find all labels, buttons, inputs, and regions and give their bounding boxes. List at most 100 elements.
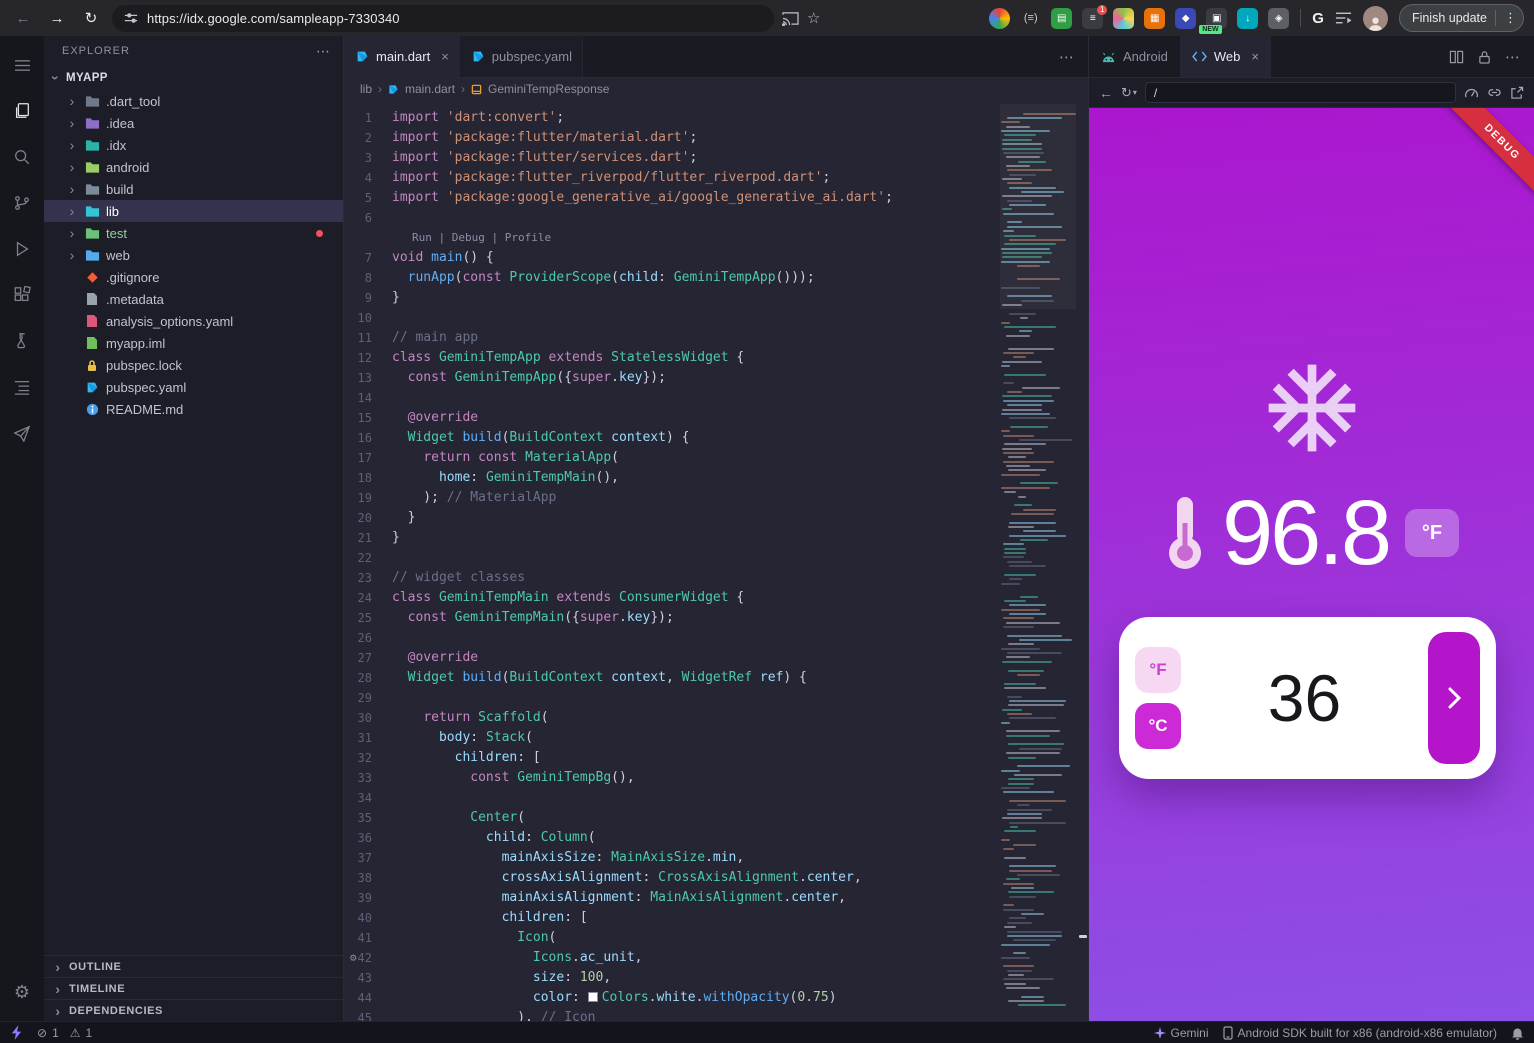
project-root-myapp[interactable]: › MYAPP: [44, 66, 343, 90]
tree-item--dart-tool[interactable]: › .dart_tool: [44, 90, 343, 112]
tree-item--idx[interactable]: › .idx: [44, 134, 343, 156]
copy-link-icon[interactable]: [1487, 86, 1502, 99]
explorer-icon[interactable]: [0, 88, 44, 134]
tree-item-label: .dart_tool: [106, 93, 161, 109]
tree-item-label: test: [106, 225, 127, 241]
tree-item--gitignore[interactable]: .gitignore: [44, 266, 343, 288]
code-text: }: [392, 290, 400, 305]
extension-navy[interactable]: ◆: [1175, 7, 1197, 29]
code-action-icon[interactable]: ⚙: [350, 948, 357, 968]
tree-item-myapp-iml[interactable]: myapp.iml: [44, 332, 343, 354]
browser-back-icon[interactable]: ←: [10, 5, 36, 31]
breadcrumb-lib[interactable]: lib: [360, 82, 372, 96]
problems-indicator[interactable]: ⊘ 1 ⚠ 1: [37, 1026, 92, 1040]
preview-url-input[interactable]: /: [1144, 82, 1456, 103]
extension-multicolor-2[interactable]: [1113, 7, 1135, 29]
breadcrumb-main-dart[interactable]: main.dart: [405, 82, 455, 96]
search-icon[interactable]: [0, 134, 44, 180]
code-line: 41 Icon(: [344, 928, 1088, 948]
fahrenheit-toggle[interactable]: °F: [1135, 647, 1181, 693]
google-icon[interactable]: G: [1312, 10, 1324, 27]
panel-more-icon[interactable]: ⋯: [1505, 48, 1520, 66]
line-number: 20: [357, 511, 372, 525]
tree-item-test[interactable]: › test: [44, 222, 343, 244]
extension-multicolor[interactable]: [989, 7, 1011, 29]
browser-forward-icon[interactable]: →: [44, 5, 70, 31]
chevron-right-icon: ›: [55, 980, 61, 997]
explorer-more-icon[interactable]: ⋯: [316, 43, 331, 60]
extension-teal-arrow[interactable]: ↓: [1237, 7, 1259, 29]
notifications-bell-icon[interactable]: [1511, 1026, 1524, 1040]
tree-item-readme-md[interactable]: README.md: [44, 398, 343, 420]
close-icon[interactable]: ×: [441, 49, 449, 64]
code-line: 38 crossAxisAlignment: CrossAxisAlignmen…: [344, 868, 1088, 888]
site-settings-icon[interactable]: [124, 11, 138, 25]
tab-android-preview[interactable]: Android: [1089, 36, 1180, 77]
tab-pubspec-yaml[interactable]: pubspec.yaml: [459, 36, 584, 77]
editor-scrollbar[interactable]: [1077, 100, 1088, 1021]
device-selector[interactable]: Android SDK built for x86 (android-x86 e…: [1222, 1026, 1497, 1040]
code-editor[interactable]: 1 import 'dart:convert'; 2 import 'package:…: [344, 100, 1088, 1021]
convert-button[interactable]: [1428, 632, 1480, 764]
tab-web-preview[interactable]: Web ×: [1179, 36, 1271, 77]
tree-item-lib[interactable]: › lib: [44, 200, 343, 222]
browser-reload-icon[interactable]: ↻: [78, 5, 104, 31]
status-bar: ⊘ 1 ⚠ 1 Gemini Android SDK built for x86…: [0, 1021, 1534, 1043]
close-icon[interactable]: ×: [1251, 49, 1259, 64]
deploy-send-icon[interactable]: [0, 410, 44, 456]
code-lens[interactable]: Run | Debug | Profile: [412, 228, 1088, 248]
section-dependencies[interactable]: › DEPENDENCIES: [44, 999, 343, 1021]
extension-green-book[interactable]: ▤: [1051, 7, 1073, 29]
line-number: 31: [357, 731, 372, 745]
open-external-icon[interactable]: [1510, 86, 1524, 99]
editor-more-icon[interactable]: ⋯: [1045, 36, 1088, 77]
extension-dark-list[interactable]: ≡ 1: [1082, 4, 1108, 29]
tree-item--metadata[interactable]: .metadata: [44, 288, 343, 310]
menu-icon[interactable]: [0, 42, 44, 88]
extension-new[interactable]: ▣ NEW: [1199, 7, 1228, 34]
source-control-icon[interactable]: [0, 180, 44, 226]
tab-main-dart[interactable]: main.dart ×: [344, 36, 460, 78]
performance-gauge-icon[interactable]: [1464, 86, 1479, 99]
code-line: 25 const GeminiTempMain({super.key});: [344, 608, 1088, 628]
lock-icon[interactable]: [1478, 50, 1491, 64]
remote-indicator[interactable]: [10, 1025, 23, 1040]
split-editor-icon[interactable]: [1449, 50, 1464, 64]
profile-avatar[interactable]: [1362, 5, 1388, 31]
pill-menu-icon[interactable]: ⋮: [1504, 10, 1517, 26]
line-number: 3: [364, 151, 372, 165]
code-line: 31 body: Stack(: [344, 728, 1088, 748]
tree-item-android[interactable]: › android: [44, 156, 343, 178]
code-line: 40 children: [: [344, 908, 1088, 928]
extension-orange-grid[interactable]: ▦: [1144, 7, 1166, 29]
extension-puzzle[interactable]: ◈: [1268, 7, 1290, 29]
color-swatch[interactable]: [587, 992, 598, 1002]
extension-parens[interactable]: (≡): [1020, 8, 1041, 29]
bookmark-star-icon[interactable]: ☆: [807, 9, 820, 27]
run-debug-icon[interactable]: [0, 226, 44, 272]
tree-item-build[interactable]: › build: [44, 178, 343, 200]
breadcrumb[interactable]: lib › main.dart › GeminiTempResponse: [344, 78, 1088, 100]
cast-icon[interactable]: [782, 11, 799, 26]
section-outline[interactable]: › OUTLINE: [44, 955, 343, 977]
preview-back-icon[interactable]: ←: [1099, 85, 1113, 101]
extensions-icon[interactable]: [0, 272, 44, 318]
breadcrumb-symbol[interactable]: GeminiTempResponse: [488, 82, 609, 96]
media-queue-icon[interactable]: [1335, 11, 1352, 25]
celsius-toggle[interactable]: °C: [1135, 703, 1181, 749]
minimap[interactable]: [1000, 104, 1076, 1017]
output-list-icon[interactable]: [0, 364, 44, 410]
settings-gear-icon[interactable]: ⚙: [0, 969, 44, 1015]
test-beaker-icon[interactable]: [0, 318, 44, 364]
input-temperature[interactable]: 36: [1181, 660, 1428, 736]
url-bar[interactable]: https://idx.google.com/sampleapp-7330340: [112, 4, 774, 32]
tree-item-web[interactable]: › web: [44, 244, 343, 266]
preview-reload-icon[interactable]: ↻ ▾: [1121, 85, 1137, 101]
tree-item-pubspec-yaml[interactable]: pubspec.yaml: [44, 376, 343, 398]
tree-item-analysis-options-yaml[interactable]: analysis_options.yaml: [44, 310, 343, 332]
finish-update-button[interactable]: Finish update ⋮: [1398, 4, 1524, 32]
section-timeline[interactable]: › TIMELINE: [44, 977, 343, 999]
tree-item--idea[interactable]: › .idea: [44, 112, 343, 134]
tree-item-pubspec-lock[interactable]: pubspec.lock: [44, 354, 343, 376]
gemini-status[interactable]: Gemini: [1153, 1026, 1209, 1040]
